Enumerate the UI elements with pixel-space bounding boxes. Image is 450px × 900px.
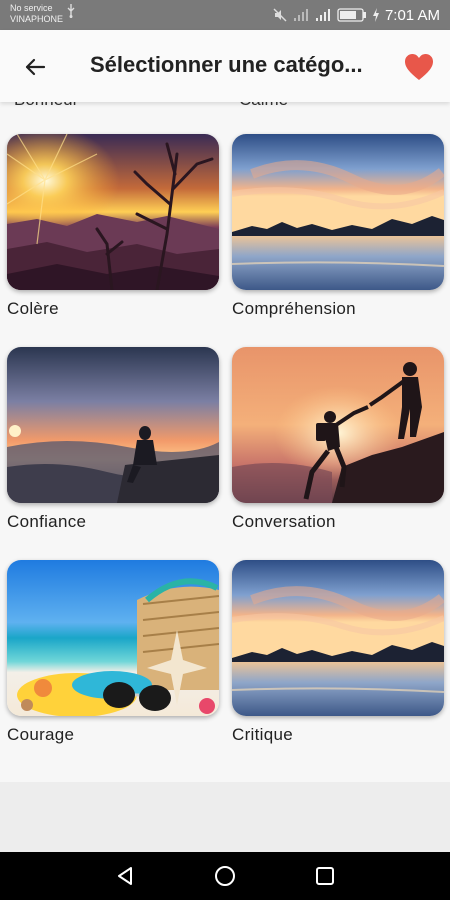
nav-recents-button[interactable] (305, 856, 345, 896)
card-label: Compréhension (232, 299, 356, 318)
category-card-critique[interactable]: Critique (232, 560, 444, 745)
status-bar: No service VINAPHONE 7:01 AM (0, 0, 450, 30)
circle-home-icon (215, 866, 235, 886)
favorites-button[interactable] (402, 50, 436, 84)
system-nav-bar (0, 852, 450, 900)
no-signal-icon (293, 9, 308, 21)
woman-clifftop-image (7, 347, 219, 503)
status-time: 7:01 AM (384, 6, 440, 24)
signal-icon (315, 9, 330, 21)
lake-sunset-image (232, 560, 444, 716)
partial-card-label-left[interactable]: Bonheur (14, 102, 78, 110)
carrier-line2: VINAPHONE (10, 14, 64, 24)
battery-icon (337, 8, 366, 22)
square-recents-icon (316, 867, 334, 885)
page-title: Sélectionner une catégo... (90, 52, 363, 77)
card-label: Conversation (232, 512, 336, 531)
back-button[interactable] (18, 50, 52, 84)
usb-icon (67, 4, 75, 18)
category-card-colere[interactable]: Colère (7, 134, 219, 319)
card-image[interactable] (7, 134, 219, 290)
mute-icon (273, 8, 287, 22)
bottom-blank-area (0, 782, 450, 852)
triangle-back-icon (118, 867, 132, 885)
card-label: Courage (7, 725, 75, 744)
category-card-conversation[interactable]: Conversation (232, 347, 444, 532)
heart-icon (405, 54, 433, 80)
card-image[interactable] (7, 560, 219, 716)
app-bar: Sélectionner une catégo... (0, 30, 450, 102)
card-image[interactable] (232, 560, 444, 716)
card-label: Confiance (7, 512, 87, 531)
charging-icon (372, 8, 379, 22)
nav-home-button[interactable] (205, 856, 245, 896)
category-card-courage[interactable]: Courage (7, 560, 219, 745)
arrow-left-icon (25, 58, 46, 76)
category-grid: Bonheur Calme (0, 102, 450, 782)
climbers-helping-hand-image (232, 347, 444, 503)
partial-card-label-right[interactable]: Calme (239, 102, 288, 110)
beach-sunglasses-image (7, 560, 219, 716)
category-card-confiance[interactable]: Confiance (7, 347, 219, 532)
canyon-sunset-image (7, 134, 219, 290)
card-image[interactable] (7, 347, 219, 503)
carrier-line1: No service (10, 3, 53, 13)
card-label: Colère (7, 299, 59, 318)
card-image[interactable] (232, 347, 444, 503)
lake-sunset-image (232, 134, 444, 290)
carrier-info: No service VINAPHONE (10, 3, 63, 25)
nav-back-button[interactable] (105, 856, 145, 896)
category-card-comprehension[interactable]: Compréhension (232, 134, 444, 319)
card-image[interactable] (232, 134, 444, 290)
card-label: Critique (232, 725, 293, 744)
